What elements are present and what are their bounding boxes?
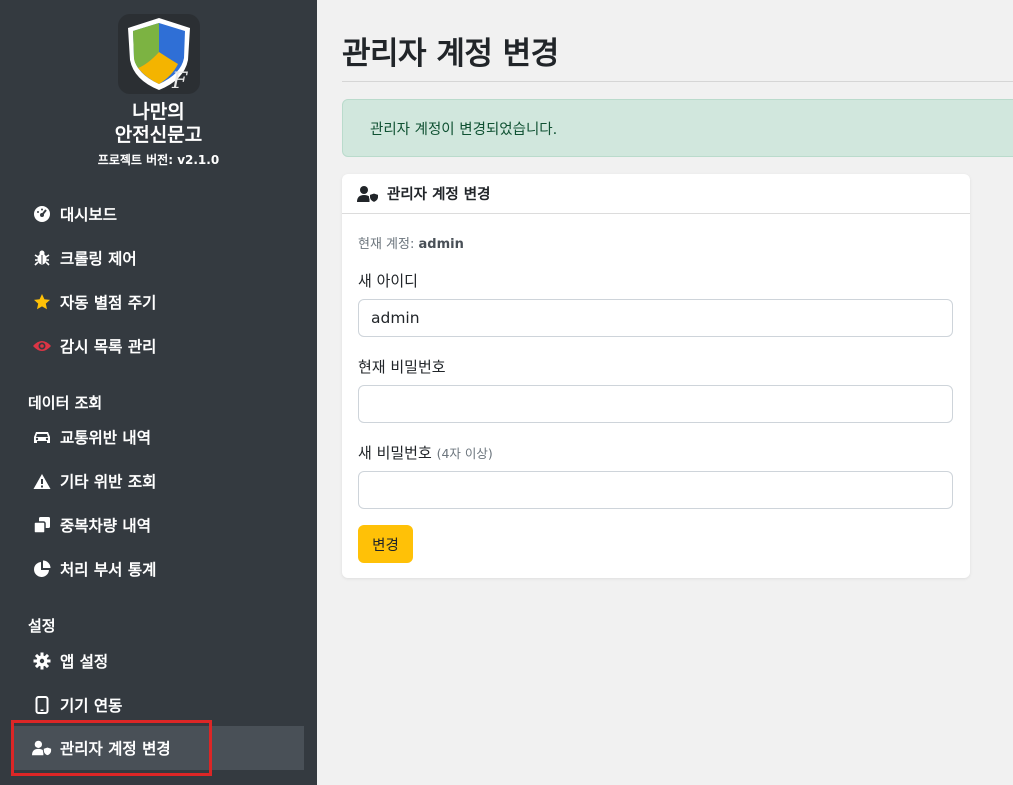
- warning-icon: [32, 471, 52, 491]
- sidebar: F 나만의 안전신문고 프로젝트 버전: v2.1.0 대시보드 크롤링 제어 …: [0, 0, 317, 785]
- eye-icon: [32, 336, 52, 356]
- sidebar-item-label: 대시보드: [60, 206, 118, 224]
- sidebar-item-label: 중복차량 내역: [60, 517, 151, 535]
- app-logo: F: [118, 14, 200, 94]
- current-account: 현재 계정: admin: [358, 233, 464, 252]
- current-account-label: 현재 계정:: [358, 237, 419, 252]
- sidebar-item-traffic-violations[interactable]: 교통위반 내역: [14, 415, 304, 459]
- page-title: 관리자 계정 변경: [342, 36, 559, 72]
- submit-change-button[interactable]: 변경: [358, 525, 413, 563]
- sidebar-item-label: 자동 별점 주기: [60, 294, 157, 312]
- car-icon: [32, 427, 52, 447]
- new-id-label: 새 아이디: [358, 272, 418, 290]
- current-password-label: 현재 비밀번호: [358, 358, 446, 376]
- copy-icon: [32, 515, 52, 535]
- pie-chart-icon: [32, 559, 52, 579]
- new-password-label: 새 비밀번호: [358, 444, 432, 462]
- sidebar-item-dashboard[interactable]: 대시보드: [14, 192, 304, 236]
- user-shield-icon: [357, 185, 379, 203]
- new-password-input[interactable]: [358, 471, 953, 509]
- user-shield-icon: [32, 738, 52, 758]
- sidebar-item-watchlist[interactable]: 감시 목록 관리: [14, 324, 304, 368]
- mobile-icon: [32, 695, 52, 715]
- sidebar-item-label: 교통위반 내역: [60, 429, 151, 447]
- svg-text:F: F: [171, 69, 188, 94]
- app-name-line2: 안전신문고: [114, 124, 203, 146]
- sidebar-item-label: 앱 설정: [60, 653, 109, 671]
- alert-text: 관리자 계정이 변경되었습니다.: [370, 121, 558, 138]
- sidebar-section-data: 데이터 조회: [28, 394, 103, 412]
- sidebar-item-label: 기타 위반 조회: [60, 473, 157, 491]
- app-version: 프로젝트 버전: v2.1.0: [97, 153, 220, 167]
- success-alert: 관리자 계정이 변경되었습니다.: [342, 99, 1013, 157]
- current-password-input[interactable]: [358, 385, 953, 423]
- dashboard-icon: [32, 204, 52, 224]
- new-id-input[interactable]: [358, 299, 953, 337]
- card-header: 관리자 계정 변경: [342, 174, 970, 214]
- sidebar-item-auto-rating[interactable]: 자동 별점 주기: [14, 280, 304, 324]
- bug-icon: [32, 248, 52, 268]
- sidebar-item-app-settings[interactable]: 앱 설정: [14, 639, 304, 683]
- sidebar-section-settings: 설정: [28, 617, 56, 635]
- gear-icon: [32, 651, 52, 671]
- star-icon: [32, 292, 52, 312]
- sidebar-item-label: 기기 연동: [60, 697, 123, 715]
- main-content: 관리자 계정 변경 관리자 계정이 변경되었습니다. 관리자 계정 변경 현재 …: [317, 0, 1013, 785]
- app-name-line1: 나만의: [132, 101, 185, 123]
- new-password-hint: (4자 이상): [436, 446, 493, 461]
- sidebar-item-label: 관리자 계정 변경: [60, 740, 171, 758]
- new-password-label-row: 새 비밀번호 (4자 이상): [358, 442, 493, 463]
- sidebar-item-crawling[interactable]: 크롤링 제어: [14, 236, 304, 280]
- sidebar-item-other-violations[interactable]: 기타 위반 조회: [14, 459, 304, 503]
- sidebar-item-label: 크롤링 제어: [60, 250, 137, 268]
- sidebar-item-label: 처리 부서 통계: [60, 561, 157, 579]
- sidebar-item-duplicate-vehicles[interactable]: 중복차량 내역: [14, 503, 304, 547]
- admin-account-card: 관리자 계정 변경 현재 계정: admin 새 아이디 현재 비밀번호 새 비…: [342, 174, 970, 578]
- current-account-value: admin: [418, 237, 464, 252]
- card-title: 관리자 계정 변경: [387, 187, 491, 203]
- sidebar-item-label: 감시 목록 관리: [60, 338, 157, 356]
- sidebar-item-device-link[interactable]: 기기 연동: [14, 683, 304, 727]
- title-divider: [342, 81, 1013, 82]
- sidebar-item-dept-stats[interactable]: 처리 부서 통계: [14, 547, 304, 591]
- sidebar-item-admin-account[interactable]: 관리자 계정 변경: [14, 726, 304, 770]
